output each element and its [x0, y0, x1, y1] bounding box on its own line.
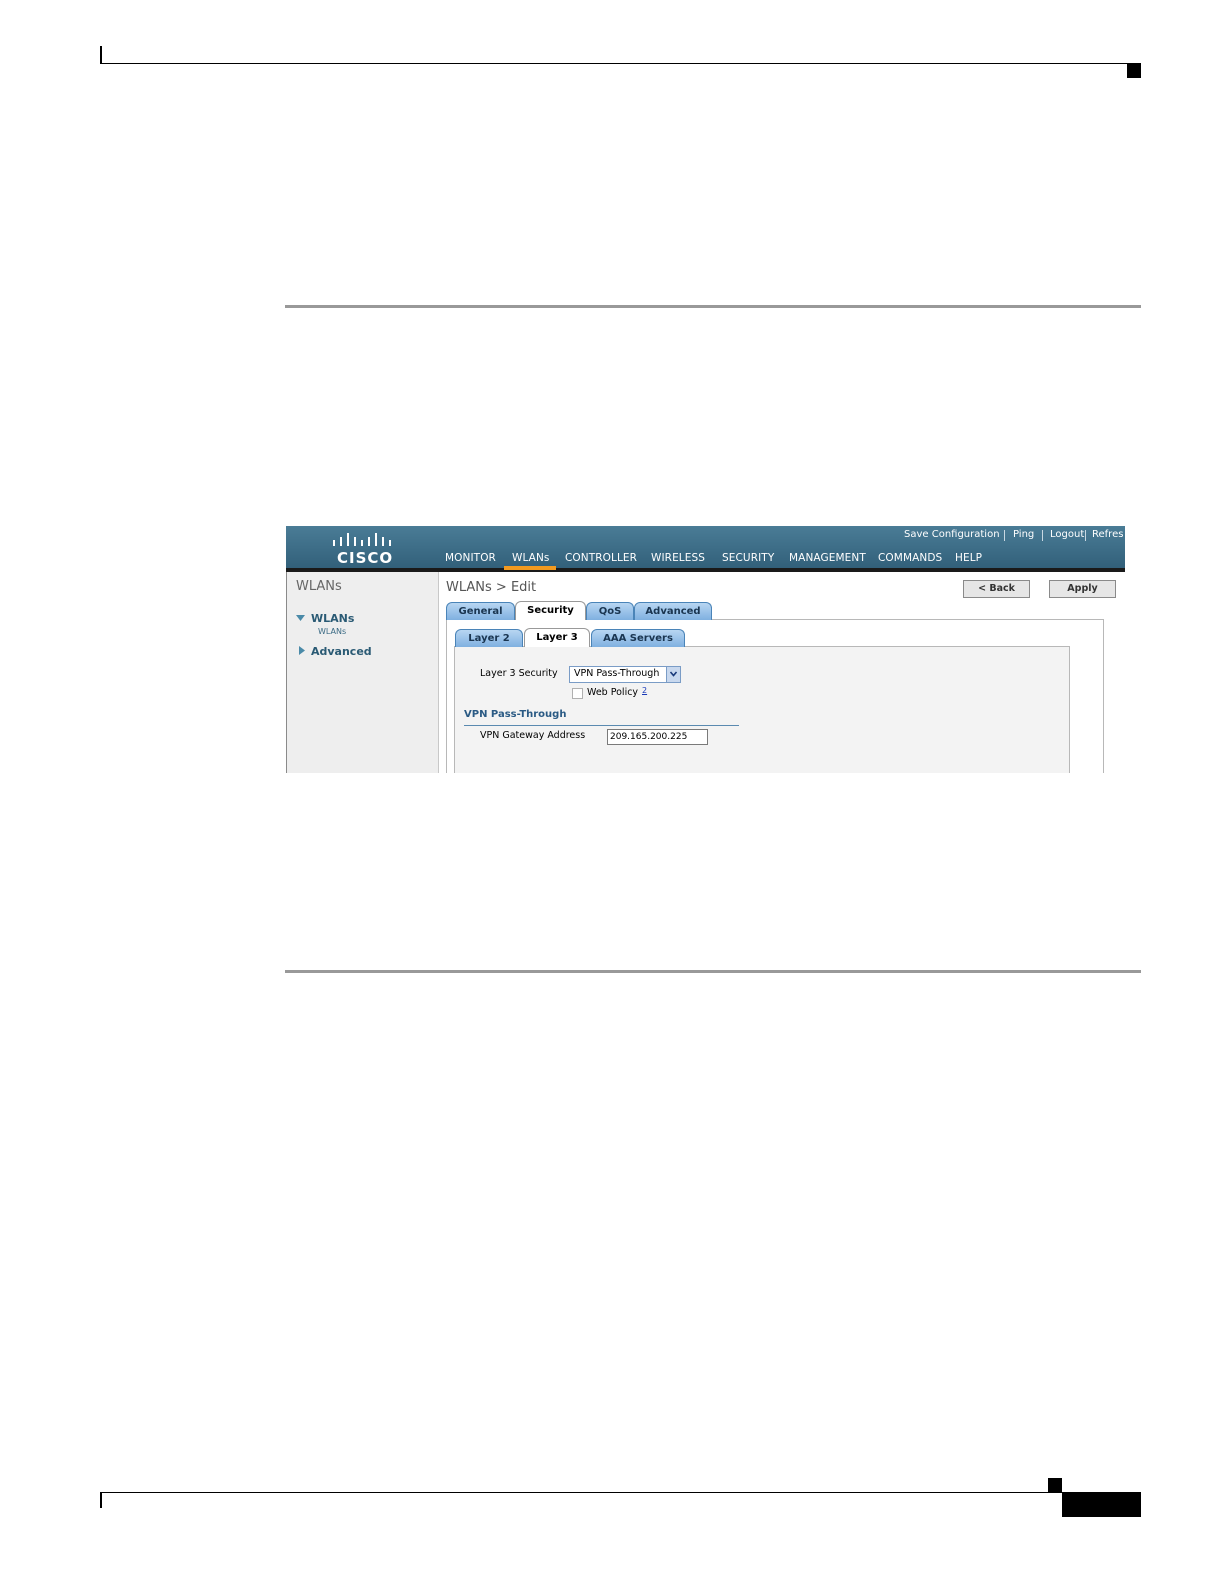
section-rule-top: [285, 305, 1141, 308]
web-policy-checkbox[interactable]: [572, 688, 583, 699]
refresh-link[interactable]: Refres: [1092, 529, 1123, 540]
menu-wlans[interactable]: WLANs: [512, 552, 549, 564]
triangle-right-icon[interactable]: [299, 646, 305, 655]
utility-separator: [1004, 530, 1005, 541]
apply-button[interactable]: Apply: [1049, 580, 1116, 598]
left-nav-edge: [286, 572, 287, 773]
controller-screenshot: CISCO Save Configuration Ping Logout Ref…: [286, 526, 1125, 773]
vpn-gateway-input[interactable]: 209.165.200.225: [607, 729, 708, 745]
menu-controller[interactable]: CONTROLLER: [565, 552, 637, 564]
cisco-logo-icon: [333, 533, 391, 546]
vpn-pass-through-heading: VPN Pass-Through: [464, 709, 567, 720]
logout-link[interactable]: Logout: [1050, 529, 1084, 540]
nav-item-advanced[interactable]: Advanced: [311, 645, 372, 658]
subtab-aaa-servers[interactable]: AAA Servers: [591, 629, 685, 647]
subtab-layer2[interactable]: Layer 2: [455, 629, 523, 647]
tab-advanced[interactable]: Advanced: [634, 602, 712, 620]
layer3-security-select[interactable]: VPN Pass-Through: [569, 666, 681, 683]
layer3-security-value: VPN Pass-Through: [574, 668, 660, 679]
header-marker: [1127, 64, 1141, 78]
footer-rule: [100, 1492, 1141, 1493]
web-policy-label: Web Policy: [587, 687, 639, 698]
layer3-security-label: Layer 3 Security: [480, 668, 558, 679]
footer-page-block: [1062, 1493, 1141, 1517]
page-title: WLANs > Edit: [446, 580, 537, 595]
dropdown-arrow[interactable]: [666, 667, 680, 682]
utility-separator: [1085, 530, 1086, 541]
section-rule-bottom: [285, 970, 1141, 973]
utility-separator: [1042, 530, 1043, 541]
ping-link[interactable]: Ping: [1013, 529, 1034, 540]
menu-help[interactable]: HELP: [955, 552, 982, 564]
menu-security[interactable]: SECURITY: [722, 552, 774, 564]
triangle-down-icon[interactable]: [296, 615, 305, 622]
tab-qos[interactable]: QoS: [586, 602, 634, 620]
vpn-gateway-label: VPN Gateway Address: [480, 730, 586, 741]
menu-commands[interactable]: COMMANDS: [878, 552, 942, 564]
section-divider: [464, 725, 739, 726]
active-menu-indicator: [504, 566, 556, 570]
web-policy-help-link[interactable]: 2: [642, 686, 647, 695]
nav-title: WLANs: [296, 579, 342, 594]
brand-name: CISCO: [337, 549, 394, 567]
footer-marker: [1048, 1478, 1062, 1492]
chevron-down-icon: [670, 671, 677, 677]
footer-tick: [100, 1492, 102, 1508]
menu-wireless[interactable]: WIRELESS: [651, 552, 705, 564]
header-rule: [100, 63, 1141, 64]
left-nav-pane: [286, 572, 439, 773]
menu-monitor[interactable]: MONITOR: [445, 552, 496, 564]
header-tick: [100, 46, 102, 64]
tab-security[interactable]: Security: [515, 601, 586, 620]
menu-management[interactable]: MANAGEMENT: [789, 552, 866, 564]
subtab-layer3[interactable]: Layer 3: [524, 628, 590, 647]
tab-general[interactable]: General: [446, 602, 515, 620]
save-configuration-link[interactable]: Save Configuration: [904, 529, 1000, 540]
back-button[interactable]: < Back: [963, 580, 1030, 598]
nav-subitem-wlans[interactable]: WLANs: [318, 627, 346, 636]
nav-item-wlans[interactable]: WLANs: [311, 612, 354, 625]
